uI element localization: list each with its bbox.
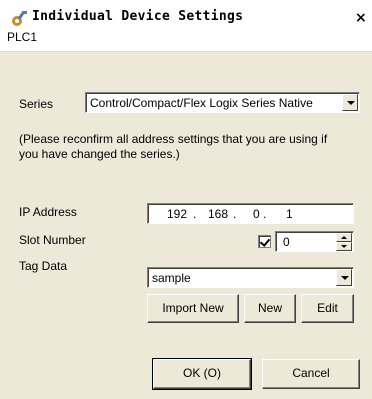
ip-dot: . bbox=[263, 207, 267, 221]
individual-device-settings-dialog: Individual Device Settings × PLC1 Series… bbox=[0, 0, 372, 399]
cancel-label: Cancel bbox=[292, 366, 330, 380]
window-title: Individual Device Settings bbox=[32, 9, 244, 24]
spin-down-icon[interactable] bbox=[336, 242, 352, 251]
ok-button[interactable]: OK (O) bbox=[152, 358, 252, 390]
slot-number-spinner[interactable]: 0 bbox=[275, 231, 354, 252]
series-dropdown[interactable]: Control/Compact/Flex Logix Series Native bbox=[85, 92, 360, 113]
ip-octet-4[interactable]: 1 bbox=[286, 207, 293, 221]
chevron-down-icon[interactable] bbox=[342, 94, 358, 111]
settings-icon bbox=[10, 10, 28, 28]
edit-label: Edit bbox=[317, 301, 338, 315]
ip-octet-3[interactable]: 0 bbox=[253, 207, 260, 221]
series-value: Control/Compact/Flex Logix Series Native bbox=[90, 96, 313, 110]
ip-dot: . bbox=[233, 207, 237, 221]
series-label: Series bbox=[19, 97, 54, 111]
edit-button[interactable]: Edit bbox=[301, 294, 354, 323]
slot-number-checkbox[interactable] bbox=[258, 235, 271, 248]
series-change-note: (Please reconfirm all address settings t… bbox=[19, 132, 328, 161]
slot-number-value[interactable]: 0 bbox=[283, 235, 290, 249]
ip-dot: . bbox=[193, 207, 197, 221]
slot-number-label: Slot Number bbox=[19, 233, 86, 247]
ip-octet-2[interactable]: 168 bbox=[208, 207, 228, 221]
ip-octet-1[interactable]: 192 bbox=[167, 207, 187, 221]
import-new-label: Import New bbox=[162, 301, 224, 315]
tag-data-dropdown[interactable]: sample bbox=[147, 267, 354, 288]
import-new-button[interactable]: Import New bbox=[147, 294, 239, 323]
ok-label: OK (O) bbox=[183, 366, 221, 380]
ip-address-field[interactable]: 192 . 168 . 0 . 1 bbox=[147, 203, 354, 224]
tag-data-value: sample bbox=[152, 271, 191, 285]
tag-data-label: Tag Data bbox=[19, 259, 68, 273]
new-label: New bbox=[257, 301, 282, 315]
spin-up-icon[interactable] bbox=[336, 233, 352, 242]
device-name-label: PLC1 bbox=[7, 30, 38, 44]
spinner-buttons bbox=[336, 233, 352, 251]
close-button[interactable]: × bbox=[355, 8, 372, 28]
chevron-down-icon[interactable] bbox=[336, 269, 352, 286]
title-bar: Individual Device Settings × PLC1 bbox=[0, 0, 372, 52]
ip-address-label: IP Address bbox=[19, 205, 77, 219]
cancel-button[interactable]: Cancel bbox=[262, 359, 360, 389]
new-button[interactable]: New bbox=[244, 294, 296, 323]
